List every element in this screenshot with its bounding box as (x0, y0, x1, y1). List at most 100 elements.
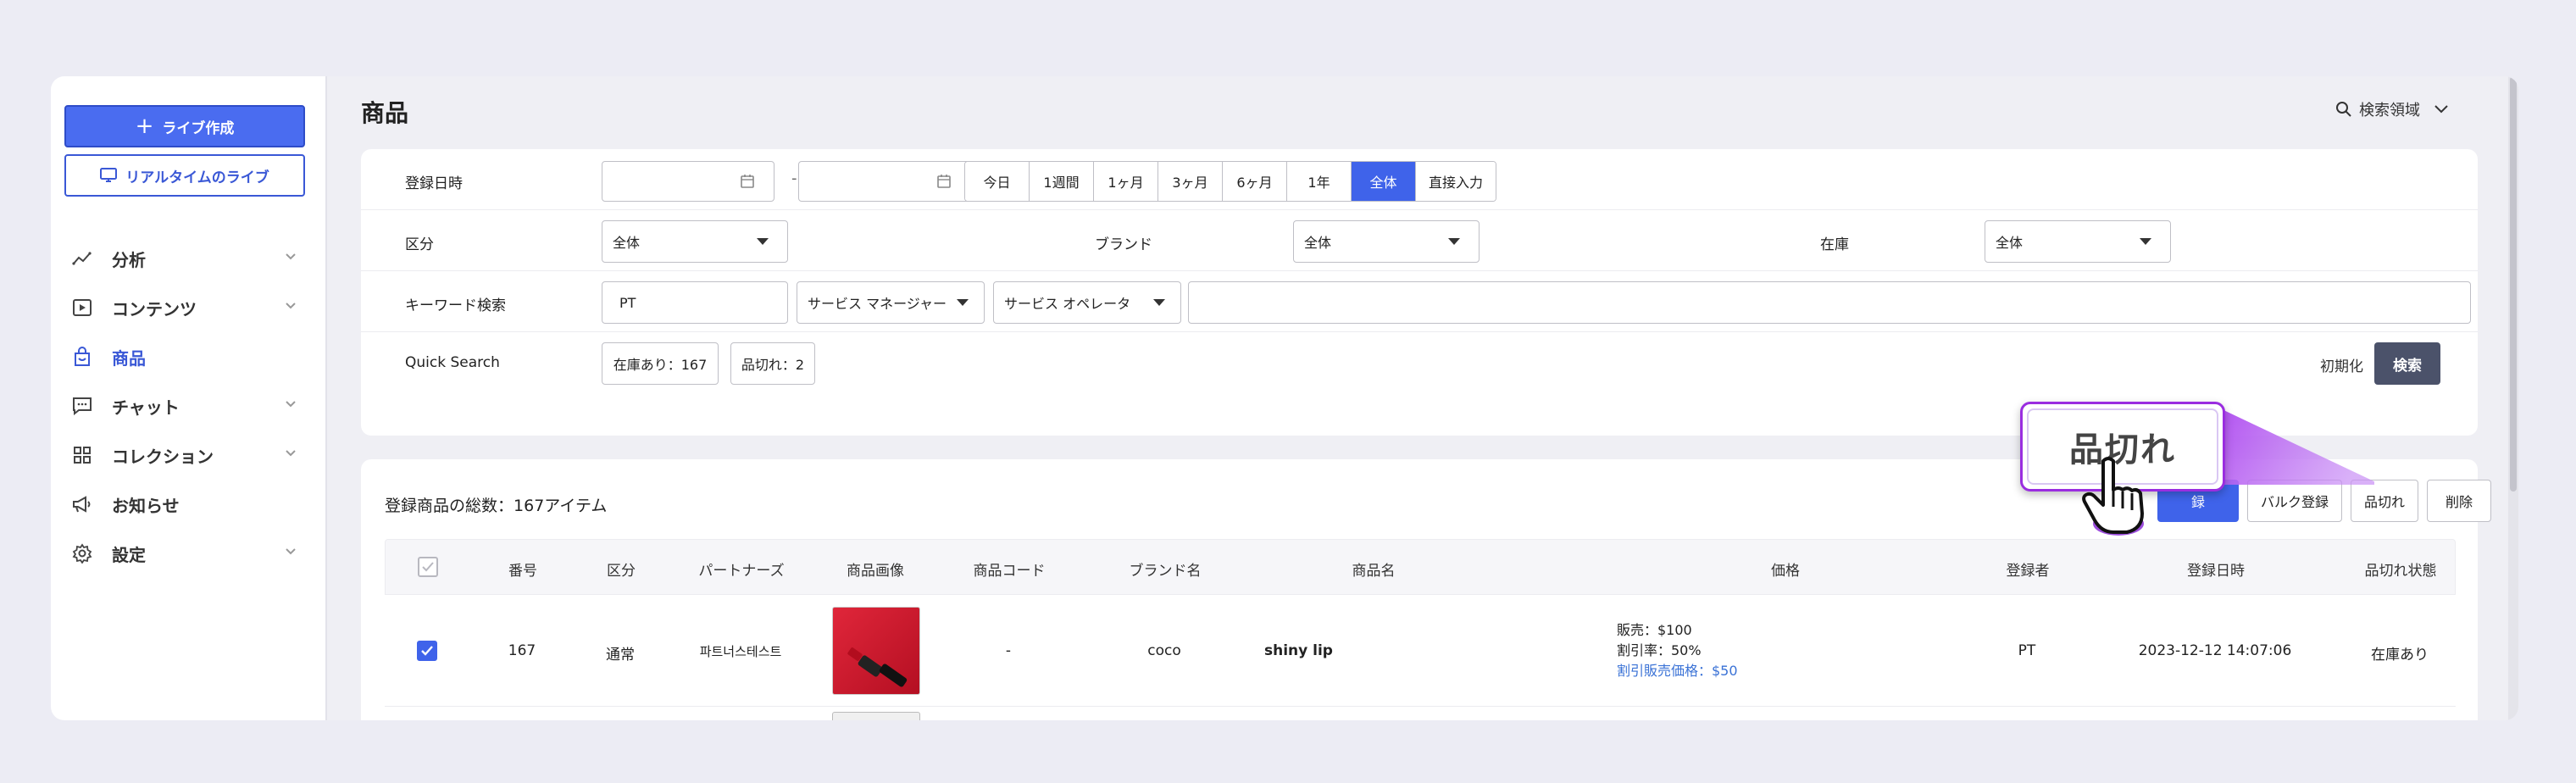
cell-registrant: PT (2018, 642, 2036, 659)
quick-search-label: Quick Search (405, 354, 500, 371)
period-all[interactable]: 全体 (1352, 162, 1416, 201)
app-window: + ライブ作成 リアルタイムのライブ 分析 コンテンツ 商品 チャット コレクシ… (51, 76, 2518, 720)
chevron-down-icon (2434, 105, 2448, 114)
col-price: 価格 (1771, 563, 1800, 580)
price-sale: 販売：$100 (1617, 622, 1692, 638)
col-registrant: 登録者 (2006, 563, 2050, 580)
service-operator-select[interactable]: サービス オペレータ (993, 281, 1181, 324)
date-label: 登録日時 (405, 175, 463, 192)
realtime-live-label: リアルタイムのライブ (125, 169, 269, 186)
sidebar-item-label: コレクション (112, 446, 214, 467)
search-icon (2336, 102, 2351, 117)
col-image: 商品画像 (847, 563, 904, 580)
sidebar-item-label: チャット (112, 397, 180, 418)
create-live-label: ライブ作成 (162, 119, 235, 137)
col-code: 商品コード (973, 563, 1046, 580)
period-1week[interactable]: 1週間 (1030, 162, 1094, 201)
search-area-label: 検索領域 (2359, 102, 2420, 119)
cell-code: - (1005, 642, 1012, 659)
cell-price: 販売：$100 割引率：50% 割引販売価格：$50 (1617, 620, 1738, 681)
stock-select[interactable]: 全体 (1985, 220, 2171, 263)
col-name: 商品名 (1352, 563, 1396, 580)
brand-label: ブランド (1095, 236, 1152, 253)
brand-select[interactable]: 全体 (1293, 220, 1480, 263)
quick-sold-out-chip[interactable]: 品切れ：2 (730, 342, 815, 385)
cell-product-name[interactable]: shiny lip (1264, 642, 1333, 659)
gear-icon (71, 542, 93, 564)
sidebar-item-notice[interactable]: お知らせ (51, 480, 327, 529)
check-icon (421, 646, 433, 656)
col-category: 区分 (607, 563, 636, 580)
dropdown-arrow-icon (1448, 238, 1460, 245)
scrollbar-thumb[interactable] (2510, 76, 2517, 491)
dropdown-arrow-icon (957, 299, 969, 306)
filter-row-quick: Quick Search 在庫あり：167 品切れ：2 初期化 検索 (361, 332, 2478, 393)
sidebar-item-analytics[interactable]: 分析 (51, 234, 327, 283)
quick-in-stock-chip[interactable]: 在庫あり：167 (602, 342, 719, 385)
table-header: 番号 区分 パートナーズ 商品画像 商品コード ブランド名 商品名 価格 登録者… (385, 539, 2456, 595)
chat-icon (71, 395, 93, 417)
sidebar: + ライブ作成 リアルタイムのライブ 分析 コンテンツ 商品 チャット コレクシ… (51, 76, 327, 720)
megaphone-icon (71, 493, 93, 515)
cell-category: 通常 (606, 647, 635, 664)
dropdown-arrow-icon (1153, 299, 1165, 306)
next-row-thumbnail (832, 712, 920, 720)
plus-icon: + (135, 114, 154, 139)
date-separator: - (791, 169, 797, 187)
sidebar-item-label: 商品 (112, 347, 146, 369)
col-partner: パートナーズ (698, 563, 785, 580)
create-live-button[interactable]: + ライブ作成 (64, 105, 305, 147)
sidebar-item-settings[interactable]: 設定 (51, 529, 327, 578)
period-custom[interactable]: 直接入力 (1416, 162, 1496, 201)
period-6month[interactable]: 6ヶ月 (1223, 162, 1287, 201)
pointer-hand-icon (2082, 457, 2144, 536)
chevron-down-icon (286, 253, 296, 260)
cell-registered-at: 2023-12-12 14:07:06 (2138, 642, 2292, 659)
period-1year[interactable]: 1年 (1287, 162, 1352, 201)
sidebar-item-contents[interactable]: コンテンツ (51, 283, 327, 332)
calendar-icon (741, 175, 754, 188)
filter-row-keyword: キーワード検索 PT サービス マネージャー サービス オペレータ (361, 271, 2478, 332)
search-button[interactable]: 検索 (2374, 342, 2440, 385)
chevron-down-icon (286, 548, 296, 555)
search-area-toggle[interactable]: 検索領域 (2335, 98, 2456, 120)
price-rate: 割引率：50% (1617, 642, 1702, 658)
chevron-down-icon (286, 303, 296, 309)
realtime-live-button[interactable]: リアルタイムのライブ (64, 154, 305, 197)
keyword-text-input[interactable] (1188, 281, 2471, 324)
sidebar-item-chat[interactable]: チャット (51, 381, 327, 430)
period-today[interactable]: 今日 (965, 162, 1030, 201)
product-thumbnail[interactable] (832, 607, 920, 695)
table-row[interactable]: 167 通常 파트너스테스트 - coco shiny lip 販売：$100 … (385, 595, 2456, 707)
select-all-checkbox[interactable] (418, 557, 438, 577)
col-registered-at: 登録日時 (2187, 563, 2245, 580)
vertical-scrollbar[interactable] (2508, 76, 2518, 720)
delete-button[interactable]: 削除 (2427, 480, 2491, 522)
date-start-input[interactable] (602, 161, 774, 202)
grid-icon (71, 444, 93, 466)
sidebar-item-products[interactable]: 商品 (51, 332, 327, 381)
service-manager-select[interactable]: サービス マネージャー (797, 281, 985, 324)
bag-icon (71, 346, 93, 368)
total-count: 登録商品の総数：167アイテム (385, 497, 608, 515)
main-content: 商品 検索領域 登録日時 - 今日 1週間 1ヶ月 3ヶ月 6ヶ月 1年 全体 … (327, 76, 2518, 720)
col-stock-status: 品切れ状態 (2364, 563, 2437, 580)
dropdown-arrow-icon (757, 238, 769, 245)
sidebar-item-collection[interactable]: コレクション (51, 430, 327, 480)
col-brand: ブランド名 (1129, 563, 1202, 580)
row-checkbox[interactable] (417, 641, 437, 661)
check-icon (422, 562, 434, 572)
period-1month[interactable]: 1ヶ月 (1094, 162, 1158, 201)
sidebar-item-label: 分析 (112, 249, 146, 270)
chevron-down-icon (286, 401, 296, 408)
chevron-down-icon (286, 450, 296, 457)
col-number: 番号 (508, 563, 537, 580)
keyword-partner-input[interactable]: PT (602, 281, 788, 324)
lipstick-image (847, 647, 908, 687)
reset-button[interactable]: 初期化 (2320, 354, 2363, 375)
sidebar-nav: 分析 コンテンツ 商品 チャット コレクション お知らせ 設定 (51, 234, 327, 578)
period-3month[interactable]: 3ヶ月 (1158, 162, 1223, 201)
dropdown-arrow-icon (2140, 238, 2151, 245)
date-end-input[interactable] (798, 161, 971, 202)
category-select[interactable]: 全体 (602, 220, 788, 263)
